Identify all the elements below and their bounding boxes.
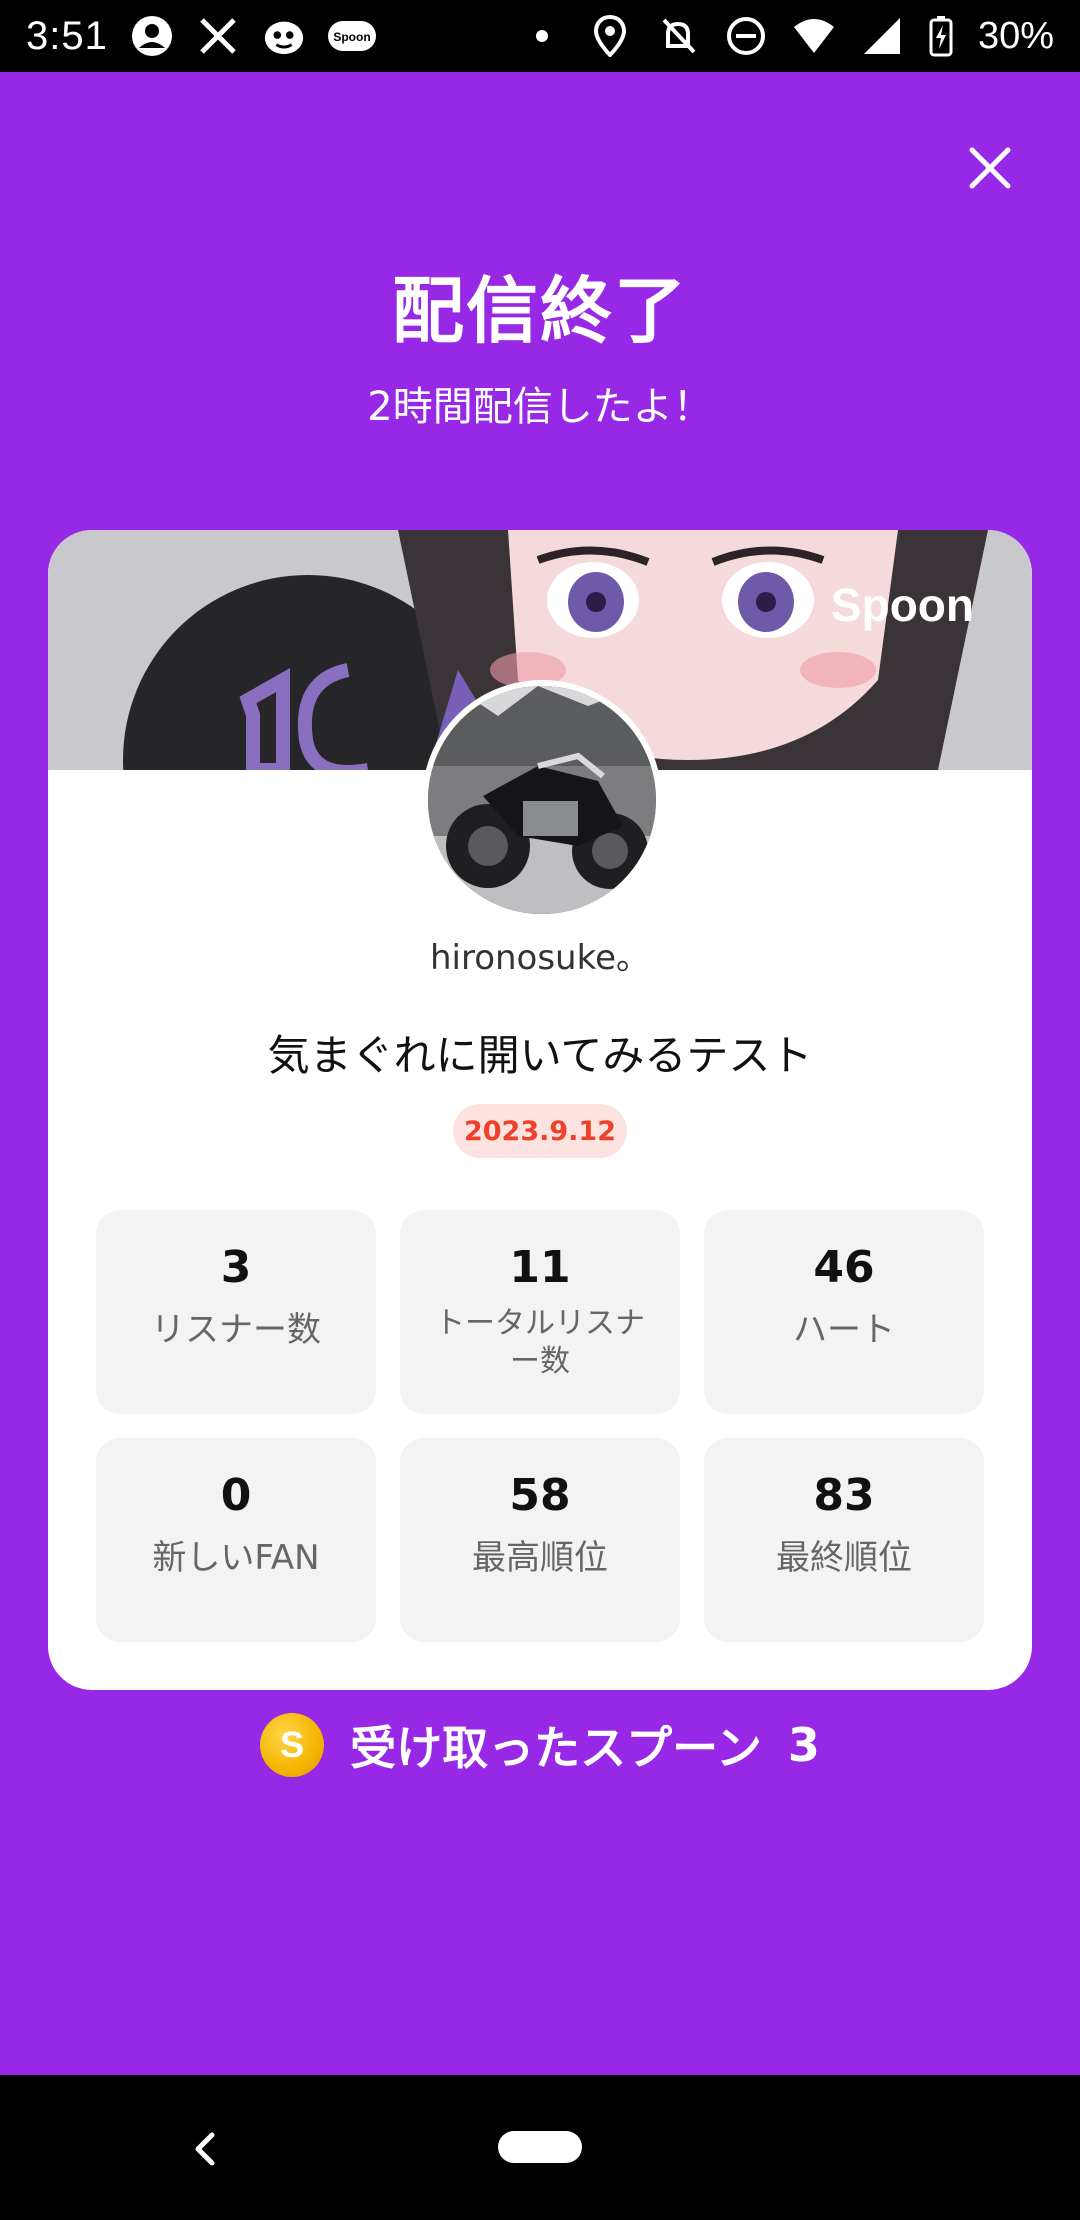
spoon-app-icon-text: Spoon (333, 30, 370, 44)
stat-value: 11 (509, 1242, 571, 1293)
received-spoons-count: 3 (787, 1718, 820, 1772)
battery-percent: 30% (977, 14, 1054, 57)
stat-highest-rank: 58 最高順位 (400, 1438, 680, 1642)
stat-label: 最終順位 (776, 1538, 912, 1578)
status-right: 30% (520, 14, 1054, 58)
close-icon (969, 147, 1011, 189)
stat-label: ハート (793, 1310, 895, 1350)
broadcast-summary-card: Spoon hironosuke。 気まぐれに開いてみるテスト 2023.9.1… (48, 530, 1032, 1690)
stat-label: リスナー数 (151, 1310, 321, 1350)
navigation-bar (0, 2075, 1080, 2220)
received-spoons-label: 受け取ったスプーン (350, 1721, 762, 1775)
stat-value: 58 (509, 1470, 571, 1521)
stat-value: 0 (220, 1470, 252, 1521)
stat-listeners: 3 リスナー数 (96, 1210, 376, 1414)
battery-charging-icon (928, 14, 954, 58)
date-badge: 2023.9.12 (453, 1104, 627, 1158)
stat-value: 46 (813, 1242, 875, 1293)
page-title: 配信終了 (391, 269, 688, 353)
stat-value: 3 (220, 1242, 252, 1293)
do-not-disturb-icon (724, 14, 768, 58)
spoon-coin-icon: S (260, 1713, 325, 1777)
dot-icon (520, 14, 564, 58)
broadcast-end-screen: 配信終了 2時間配信したよ！ Spoon hironosuke。 気まぐれに開い… (0, 72, 1080, 2075)
stat-new-fans: 0 新しいFAN (96, 1438, 376, 1642)
stats-grid: 3 リスナー数 11 トータルリスナー数 46 ハート 0 新しいFAN 58 … (96, 1210, 984, 1642)
stream-title: 気まぐれに開いてみるテスト (267, 1031, 813, 1080)
bell-off-icon (656, 14, 700, 58)
stat-hearts: 46 ハート (704, 1210, 984, 1414)
avatar-image (428, 686, 656, 914)
location-icon (588, 14, 632, 58)
spoon-logo: Spoon (830, 579, 974, 631)
status-time: 3:51 (26, 13, 108, 58)
wifi-icon (792, 14, 836, 58)
page-subtitle: 2時間配信したよ！ (367, 384, 713, 430)
status-left: 3:51 Spoon (26, 14, 376, 59)
bear-app-icon (262, 14, 306, 58)
stat-final-rank: 83 最終順位 (704, 1438, 984, 1642)
stat-label: 新しいFAN (152, 1538, 320, 1578)
stat-label: トータルリスナー数 (435, 1306, 645, 1379)
status-bar: 3:51 Spoon 30% (0, 0, 1080, 72)
avatar[interactable] (422, 680, 662, 920)
received-spoons: S 受け取ったスプーン 3 (0, 1712, 1080, 1778)
stat-value: 83 (813, 1470, 875, 1521)
x-logo-icon (196, 14, 240, 58)
stat-label: 最高順位 (472, 1538, 608, 1578)
stat-total-listeners: 11 トータルリスナー数 (400, 1210, 680, 1414)
back-button[interactable] (184, 2127, 228, 2171)
close-button[interactable] (956, 134, 1024, 202)
signal-icon (860, 14, 904, 58)
username: hironosuke。 (429, 938, 651, 978)
account-circle-icon (130, 14, 174, 58)
spoon-app-icon: Spoon (327, 14, 376, 58)
home-pill-button[interactable] (498, 2131, 582, 2163)
back-chevron-icon (195, 2132, 215, 2166)
